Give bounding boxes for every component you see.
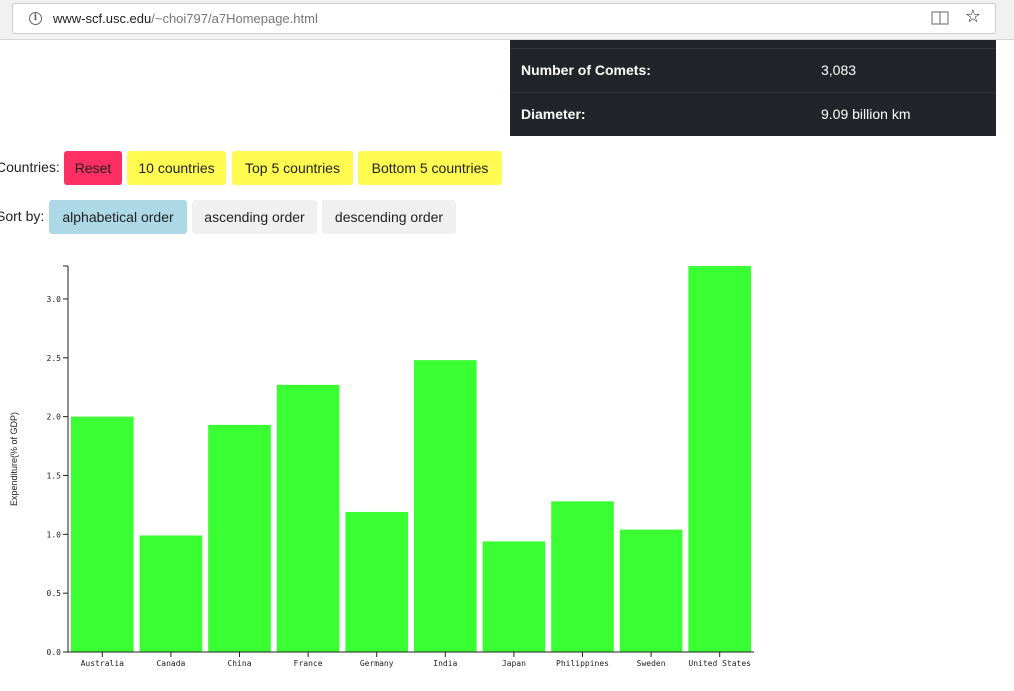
expenditure-bar-chart: Australia Canada China France Germany India Ja… bbox=[9, 265, 754, 668]
y-tick-label: 1.5 bbox=[47, 471, 62, 480]
bars-layer bbox=[71, 266, 751, 652]
y-tick-label: 1.0 bbox=[47, 530, 62, 539]
x-tick-label: Germany bbox=[360, 659, 394, 668]
x-tick-label: China bbox=[227, 659, 251, 668]
ten-countries-button[interactable]: 10 countries bbox=[127, 151, 226, 185]
bar-sweden bbox=[619, 529, 683, 652]
stats-table: Number of Comets: 3,083 Diameter: 9.09 b… bbox=[510, 40, 996, 136]
sort-by-label: Sort by: bbox=[0, 208, 45, 224]
top-five-countries-button[interactable]: Top 5 countries bbox=[232, 151, 353, 185]
x-tick-label: United States bbox=[688, 659, 751, 668]
bar-india bbox=[414, 360, 477, 652]
x-tick-label: Sweden bbox=[637, 659, 666, 668]
address-bar[interactable]: i www-scf.usc.edu/~choi797/a7Homepage.ht… bbox=[12, 3, 996, 34]
x-tick-label: Australia bbox=[81, 659, 125, 668]
y-tick-label: 0.5 bbox=[47, 589, 62, 598]
bar-japan bbox=[482, 541, 546, 652]
bar-australia bbox=[71, 416, 134, 652]
reader-mode-icon[interactable] bbox=[931, 10, 949, 26]
bar-china bbox=[208, 424, 271, 652]
y-axis-label: Expenditure(% of GDP) bbox=[9, 412, 19, 506]
y-tick-label: 3.0 bbox=[47, 295, 62, 304]
stats-value: 3,083 bbox=[821, 62, 857, 78]
info-icon[interactable]: i bbox=[29, 12, 42, 25]
stats-row-comets: Number of Comets: 3,083 bbox=[510, 48, 996, 92]
stats-value: 9.09 billion km bbox=[821, 106, 911, 122]
x-tick-label: Japan bbox=[502, 659, 526, 668]
stats-label: Diameter: bbox=[521, 106, 586, 122]
sort-ascending-button[interactable]: ascending order bbox=[192, 200, 317, 234]
countries-label: Countries: bbox=[0, 159, 60, 175]
x-tick-label: France bbox=[294, 659, 323, 668]
y-tick-label: 2.0 bbox=[47, 413, 62, 422]
url-path: /~choi797/a7Homepage.html bbox=[151, 11, 318, 26]
url-host: www-scf.usc.edu bbox=[53, 11, 152, 26]
y-tick-label: 2.5 bbox=[47, 354, 62, 363]
favorite-star-icon[interactable]: ☆ bbox=[965, 7, 981, 27]
bar-canada bbox=[139, 535, 203, 652]
sort-alphabetical-button[interactable]: alphabetical order bbox=[49, 200, 187, 234]
reset-button[interactable]: Reset bbox=[64, 151, 122, 185]
bottom-five-countries-button[interactable]: Bottom 5 countries bbox=[358, 151, 502, 185]
bar-germany bbox=[345, 511, 408, 652]
bar-philippines bbox=[551, 501, 614, 652]
x-tick-label: India bbox=[433, 659, 457, 668]
stats-label: Number of Comets: bbox=[521, 62, 651, 78]
x-tick-label: Philippines bbox=[556, 659, 609, 668]
x-tick-label: Canada bbox=[156, 659, 185, 668]
bar-france bbox=[276, 384, 340, 652]
bar-united-states bbox=[688, 266, 751, 652]
stats-row-diameter: Diameter: 9.09 billion km bbox=[510, 92, 996, 136]
url-text[interactable]: www-scf.usc.edu/~choi797/a7Homepage.html bbox=[53, 11, 318, 26]
browser-toolbar: i www-scf.usc.edu/~choi797/a7Homepage.ht… bbox=[0, 0, 1014, 40]
y-tick-label: 0.0 bbox=[47, 648, 62, 657]
sort-descending-button[interactable]: descending order bbox=[322, 200, 456, 234]
